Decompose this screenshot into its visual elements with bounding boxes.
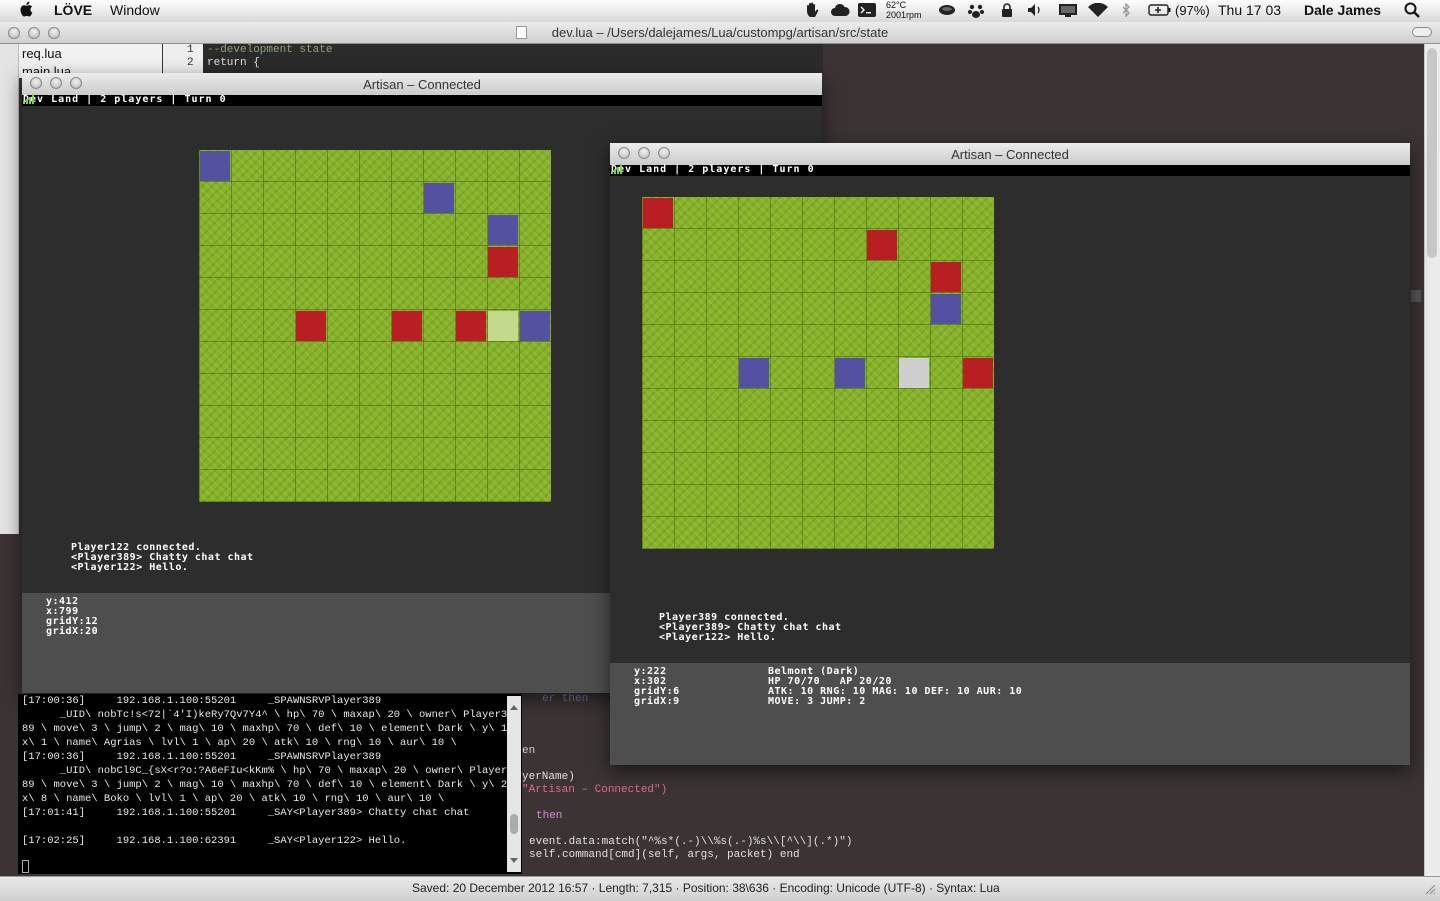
battery-percent[interactable]: (97%): [1175, 3, 1210, 18]
volume-icon[interactable]: [1027, 3, 1043, 20]
temperature: 62°C: [886, 0, 907, 10]
log-line: [17:00:36] 192.168.1.100:55201 _SPAWNSRV…: [22, 751, 382, 763]
code-line: event.data:match("^%s*(.-)\\%s(.-)%s\\[^…: [529, 836, 853, 848]
unit-blue[interactable]: [520, 311, 550, 341]
paw-icon[interactable]: [968, 3, 984, 22]
status-text: Saved: 20 December 2012 16:57 · Length: …: [412, 881, 1000, 895]
cloud-icon[interactable]: [830, 3, 850, 20]
chat-line: <Player122> Hello.: [659, 632, 777, 643]
fan-rpm: 2001rpm: [886, 10, 922, 20]
code-line: self.command[cmd](self, args, packet) en…: [529, 849, 800, 861]
resize-grip-icon[interactable]: [1424, 883, 1436, 895]
terminal-icon[interactable]: [858, 3, 876, 20]
code-line: return {: [207, 57, 260, 69]
unit-red[interactable]: [643, 198, 673, 228]
code-line: then: [536, 810, 563, 822]
coffee-cup-icon[interactable]: [938, 3, 958, 20]
sidebar-file-icons: [0, 44, 19, 534]
log-line: 89 \ move\ 3 \ jump\ 2 \ mag\ 10 \ maxhp…: [22, 723, 520, 735]
log-line: 89 \ move\ 3 \ jump\ 2 \ mag\ 10 \ maxhp…: [22, 779, 520, 791]
game-window-secondary[interactable]: Artisan – Connected Dev Land | 2 players …: [610, 143, 1410, 765]
connection-signal-icon: [23, 94, 35, 104]
unit-highlight[interactable]: [488, 311, 518, 341]
code-line: --development state: [207, 44, 333, 56]
wifi-icon[interactable]: [1087, 2, 1109, 21]
terminal-cursor[interactable]: [22, 860, 29, 873]
unit-red[interactable]: [867, 230, 897, 260]
unit-red[interactable]: [963, 358, 993, 388]
game-window-titlebar[interactable]: Artisan – Connected: [22, 73, 822, 96]
unit-blue[interactable]: [424, 183, 454, 213]
user-name[interactable]: Dale James: [1304, 2, 1381, 18]
unit-blue[interactable]: [835, 358, 865, 388]
code-area[interactable]: --development state return {: [203, 44, 823, 74]
unit-blue[interactable]: [739, 358, 769, 388]
cursor-coordinate: gridX:20: [46, 626, 99, 637]
battery-icon[interactable]: [1148, 3, 1172, 20]
code-line: en: [522, 745, 536, 757]
cursor-coordinate: gridX:9: [634, 696, 680, 707]
code-line: "Artisan – Connected"): [522, 784, 668, 796]
display-icon[interactable]: [1058, 3, 1078, 21]
window-title: Artisan – Connected: [363, 77, 481, 92]
log-line: x\ 1 \ name\ Agrias \ lvl\ 1 \ ap\ 20 \ …: [22, 737, 457, 749]
line-number: 2: [187, 57, 194, 69]
hud-bar: Dev Land | 2 players | Turn 0: [610, 164, 1410, 176]
file-item[interactable]: req.lua: [22, 46, 62, 61]
apple-icon[interactable]: [20, 1, 34, 20]
unit-stat-line: MOVE: 3 JUMP: 2: [768, 696, 866, 707]
unit-blue[interactable]: [931, 294, 961, 324]
log-line: x\ 8 \ name\ Boko \ lvl\ 1 \ ap\ 20 \ at…: [22, 793, 445, 805]
chat-line: <Player122> Hello.: [71, 562, 189, 573]
editor-titlebar[interactable]: dev.lua – /Users/dalejames/Lua/custompg/…: [0, 22, 1440, 44]
spotlight-search-icon[interactable]: [1404, 2, 1420, 21]
code-line: er then: [542, 693, 589, 705]
hand-icon[interactable]: [804, 2, 822, 21]
unit-red[interactable]: [931, 262, 961, 292]
window-menu[interactable]: Window: [110, 2, 160, 18]
editor-status-bar: Saved: 20 December 2012 16:57 · Length: …: [0, 876, 1440, 901]
game-window-titlebar[interactable]: Artisan – Connected: [610, 143, 1410, 166]
log-line: [17:02:25] 192.168.1.100:62391 _SAY<Play…: [22, 835, 407, 847]
hud-bar: Dev Land | 2 players | Turn 0: [22, 94, 822, 106]
minimap-marker: [1411, 290, 1421, 302]
line-number: 1: [187, 44, 194, 56]
hud-status: Dev Land | 2 players | Turn 0: [23, 94, 227, 105]
code-line: yerName): [522, 771, 575, 783]
unit-red[interactable]: [392, 311, 422, 341]
editor-scrollbar-thumb[interactable]: [1427, 48, 1437, 258]
hud-status: Dev Land | 2 players | Turn 0: [611, 164, 815, 175]
server-log-terminal[interactable]: [17:00:36] 192.168.1.100:55201 _SPAWNSRV…: [18, 694, 522, 874]
lock-icon[interactable]: [1001, 3, 1013, 21]
bluetooth-icon[interactable]: [1121, 2, 1131, 21]
log-line: [17:00:36] 192.168.1.100:55201 _SPAWNSRV…: [22, 695, 382, 707]
app-menu[interactable]: LÖVE: [54, 2, 92, 18]
terminal-scroll-thumb[interactable]: [510, 814, 518, 834]
scroll-down-icon[interactable]: [509, 852, 519, 863]
tile-map[interactable]: [199, 150, 551, 502]
log-line: _UID\ nobCl9C_{sX<r?o:?A6eFIu<kKm% \ hp\…: [22, 765, 514, 777]
unit-red[interactable]: [456, 311, 486, 341]
unit-blue[interactable]: [200, 151, 230, 181]
unit-red[interactable]: [488, 247, 518, 277]
log-line: _UID\ nobTc!s<72|`4'I)keRy7Qv7Y4^ \ hp\ …: [22, 709, 508, 721]
unit-info-panel: y:222 x:302 gridY:6 gridX:9 Belmont (Dark) HP…: [610, 663, 1410, 765]
scroll-up-icon[interactable]: [509, 698, 519, 710]
toolbar-toggle-button[interactable]: [1412, 27, 1432, 37]
menu-bar: LÖVE Window 62°C 2001rpm (97%) Thu 17 03…: [0, 0, 1440, 23]
unit-blue[interactable]: [488, 215, 518, 245]
clock[interactable]: Thu 17 03: [1218, 2, 1281, 18]
terminal-scrollbar[interactable]: [507, 696, 521, 872]
log-line: [17:01:41] 192.168.1.100:55201 _SAY<Play…: [22, 807, 470, 819]
unit-selected[interactable]: [899, 358, 929, 388]
line-gutter: 1 2: [163, 44, 203, 74]
connection-signal-icon: [611, 164, 623, 174]
temperature-readout[interactable]: 62°C 2001rpm: [886, 0, 922, 20]
unit-red[interactable]: [296, 311, 326, 341]
window-title: Artisan – Connected: [951, 147, 1069, 162]
editor-title: dev.lua – /Users/dalejames/Lua/custompg/…: [551, 25, 889, 40]
tile-map[interactable]: [642, 197, 994, 549]
